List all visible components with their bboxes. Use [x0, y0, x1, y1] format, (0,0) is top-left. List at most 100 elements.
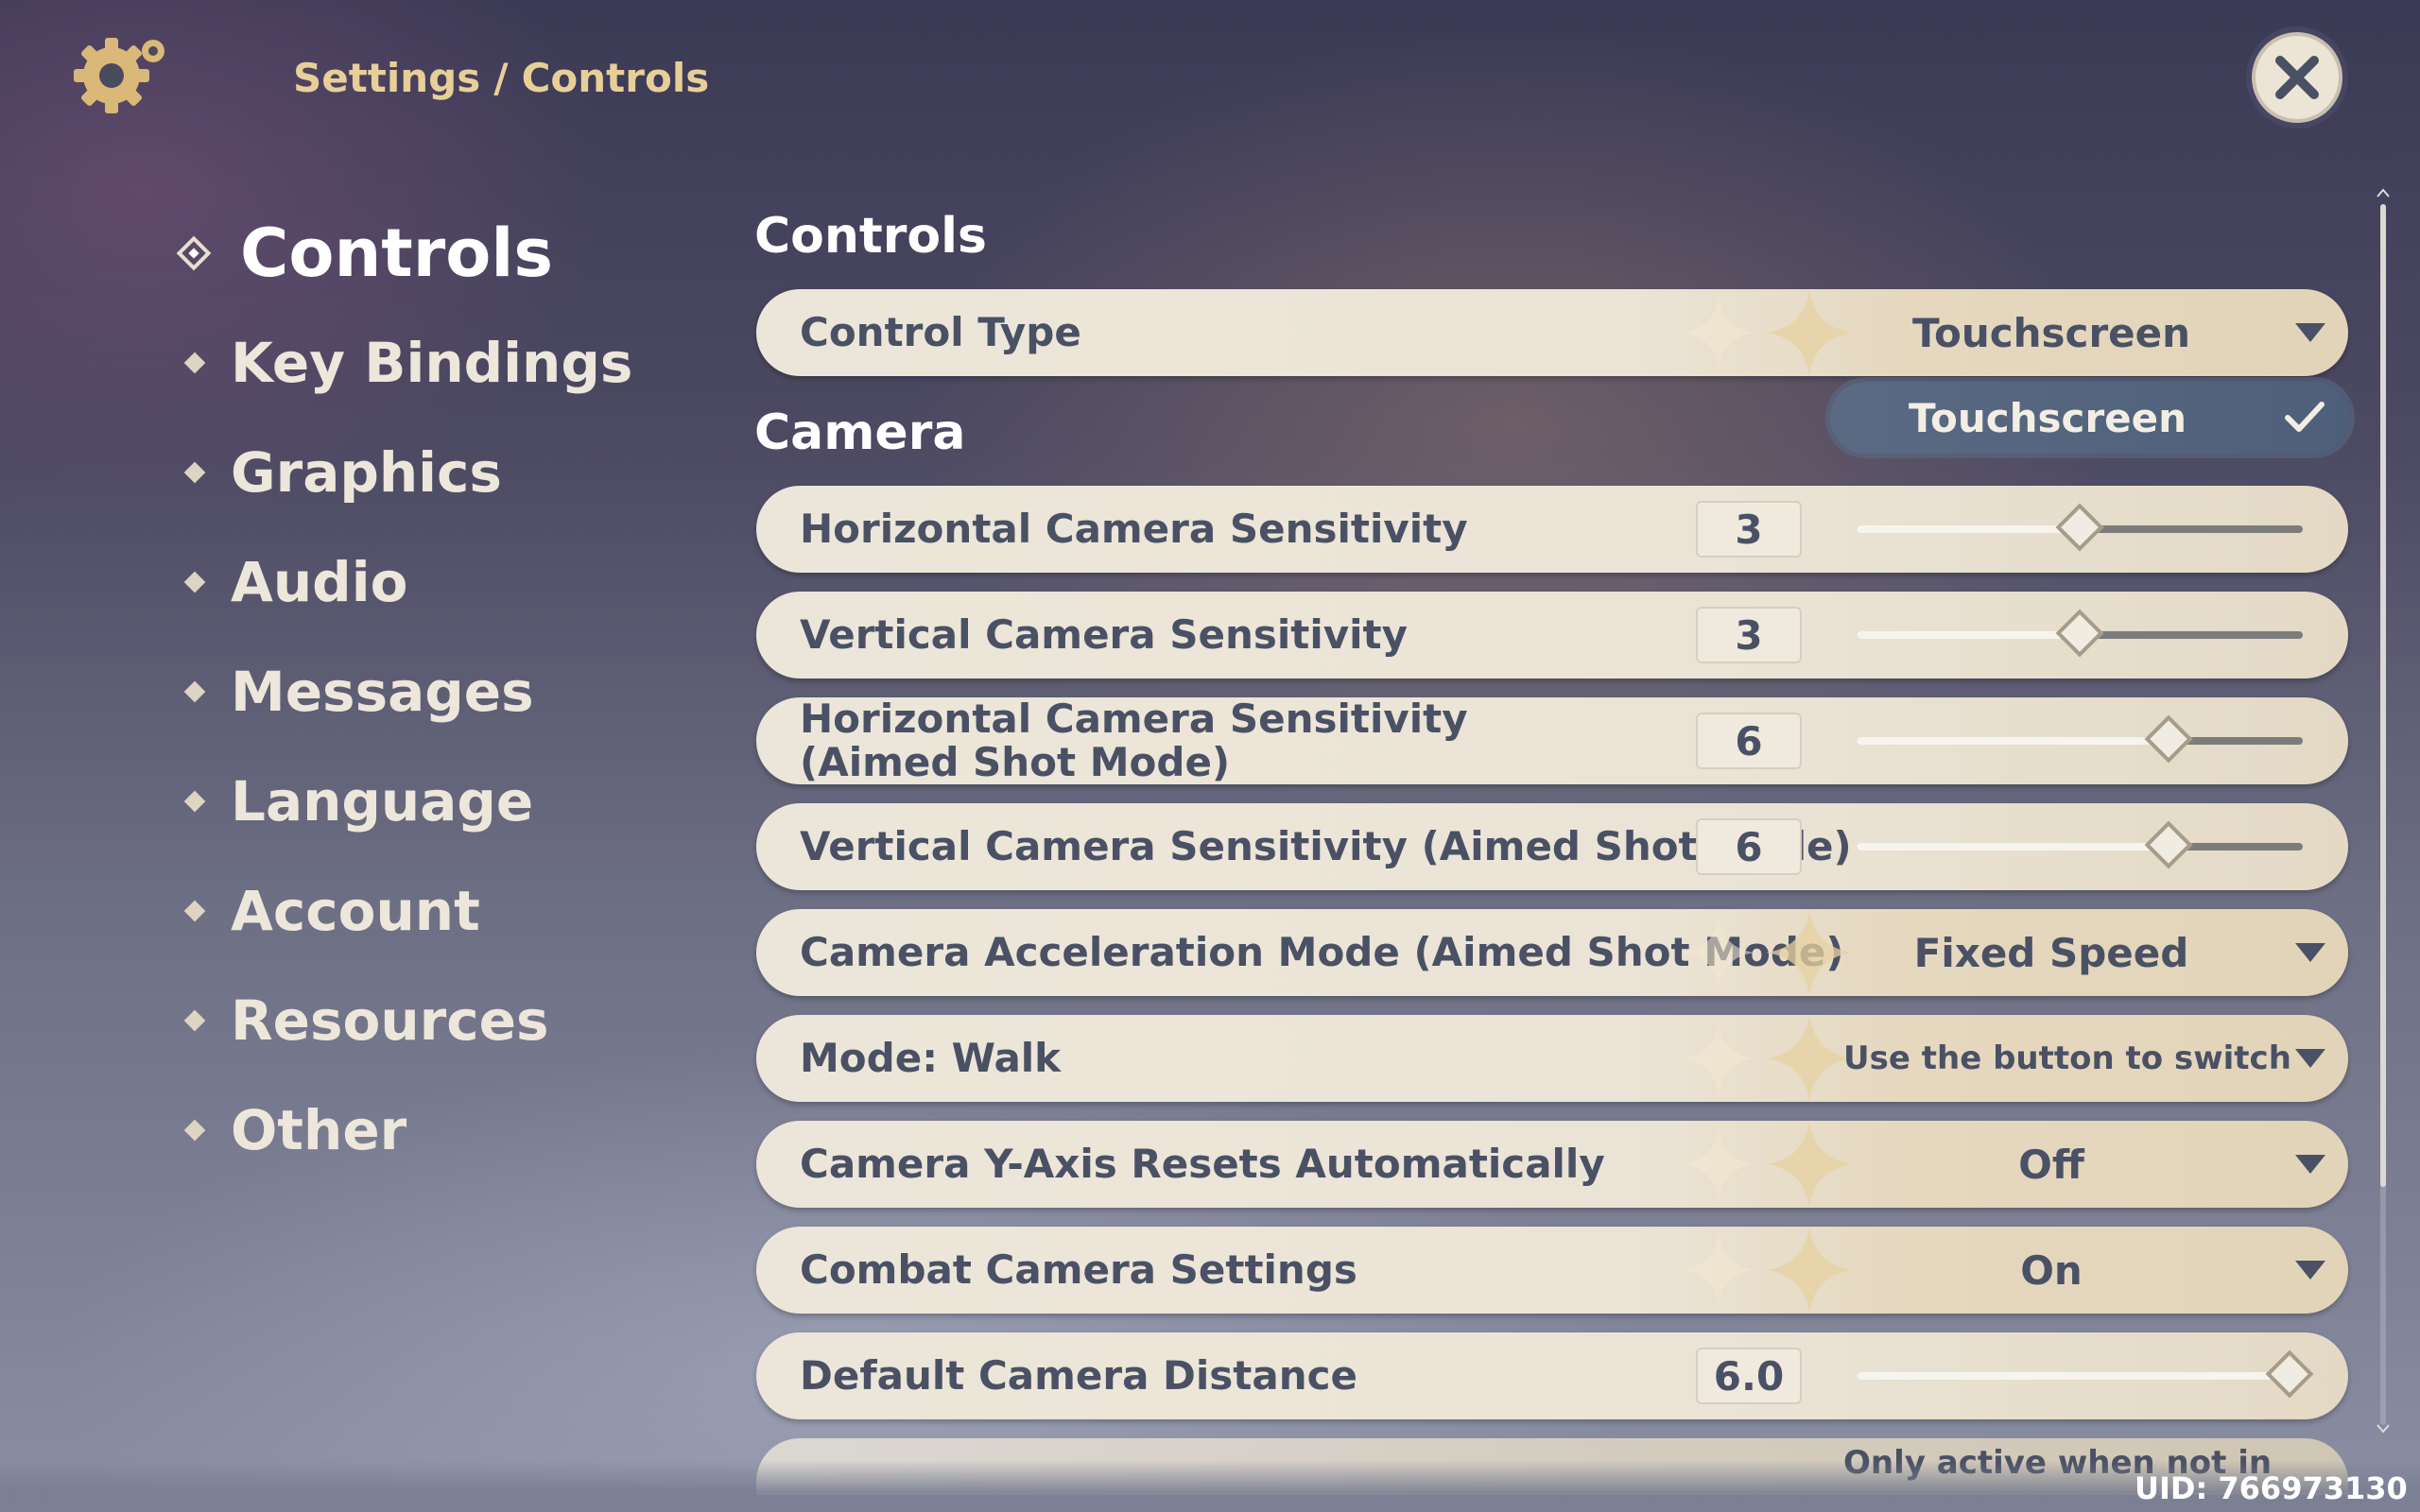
setting-label: Horizontal Camera Sensitivity (Aimed Sho…: [800, 696, 1468, 785]
sidebar-item-graphics[interactable]: Graphics: [170, 418, 632, 527]
slider-thumb[interactable]: [2055, 609, 2104, 658]
setting-label: Default Camera Distance: [800, 1352, 1358, 1399]
sidebar-item-other[interactable]: Other: [170, 1075, 632, 1185]
sidebar-item-label: Other: [231, 1098, 407, 1162]
setting-label: Vertical Camera Sensitivity: [800, 611, 1408, 658]
sidebar: Controls Key Bindings Graphics Audio Mes…: [170, 198, 632, 1185]
sidebar-item-key-bindings[interactable]: Key Bindings: [170, 308, 632, 418]
sidebar-item-audio[interactable]: Audio: [170, 527, 632, 637]
horizontal-sensitivity-slider[interactable]: [1857, 503, 2303, 552]
default-camera-distance-slider[interactable]: [1857, 1349, 2314, 1399]
slider-fill: [1857, 1372, 2290, 1380]
diamond-icon: [183, 461, 206, 484]
sidebar-item-language[interactable]: Language: [170, 747, 632, 856]
vertical-sensitivity-aimed-setting: Vertical Camera Sensitivity (Aimed Shot …: [756, 803, 2348, 890]
vertical-sensitivity-slider[interactable]: [1857, 609, 2303, 658]
breadcrumb-current: Controls: [521, 54, 710, 101]
vertical-sensitivity-aimed-slider[interactable]: [1857, 820, 2303, 869]
horizontal-sensitivity-setting: Horizontal Camera Sensitivity 3: [756, 486, 2348, 573]
value-box[interactable]: 6.0: [1696, 1348, 1802, 1404]
breadcrumb: Settings / Controls: [293, 30, 722, 125]
scroll-up-icon: [2377, 188, 2390, 198]
header: Settings / Controls: [66, 30, 709, 125]
slider-thumb[interactable]: [2265, 1349, 2314, 1399]
dropdown-value: On: [2020, 1246, 2083, 1294]
sparkle-icon: [1683, 297, 1754, 369]
diamond-icon: [183, 790, 206, 813]
dropdown-value: Use the button to switch: [1843, 1040, 2291, 1077]
sidebar-item-controls[interactable]: Controls: [170, 198, 632, 308]
sparkle-icon: [1683, 917, 1754, 988]
breadcrumb-separator: /: [493, 54, 509, 101]
slider-thumb[interactable]: [2055, 503, 2104, 552]
scroll-down-icon: [2377, 1424, 2390, 1434]
slider-fill: [1857, 737, 2169, 745]
sidebar-item-label: Resources: [231, 988, 549, 1053]
setting-label: Vertical Camera Sensitivity (Aimed Shot …: [800, 823, 1852, 869]
diamond-icon: [183, 1009, 206, 1032]
setting-label: Horizontal Camera Sensitivity: [800, 506, 1468, 552]
triangle-down-icon: [2295, 1049, 2325, 1068]
breadcrumb-parent[interactable]: Settings: [293, 55, 480, 101]
slider-thumb[interactable]: [2144, 820, 2193, 869]
section-title-camera: Camera: [754, 404, 966, 461]
dropdown-value: Off: [2018, 1141, 2084, 1188]
setting-label: Mode: Walk: [800, 1035, 1062, 1081]
sparkle-icon: [1683, 1234, 1754, 1306]
sidebar-item-label: Audio: [231, 550, 408, 614]
sparkle-icon: [1683, 1128, 1754, 1200]
sidebar-item-account[interactable]: Account: [170, 856, 632, 966]
section-title-controls: Controls: [754, 208, 987, 265]
sidebar-item-label: Messages: [231, 660, 534, 724]
scrollbar-thumb[interactable]: [2380, 204, 2386, 1187]
mode-walk-dropdown[interactable]: Mode: Walk Use the button to switch: [756, 1015, 2348, 1102]
sparkle-icon: [1683, 1022, 1754, 1094]
diamond-icon: [183, 900, 206, 922]
uid-label: UID: 766973130: [2135, 1470, 2408, 1506]
slider-fill: [1857, 843, 2169, 850]
diamond-icon: [183, 352, 206, 374]
sidebar-item-label: Graphics: [231, 440, 502, 505]
setting-label: Control Type: [800, 309, 1081, 355]
combat-camera-dropdown[interactable]: Combat Camera Settings On: [756, 1227, 2348, 1314]
sidebar-item-label: Key Bindings: [231, 331, 633, 395]
default-camera-distance-setting: Default Camera Distance 6.0: [756, 1332, 2348, 1419]
triangle-down-icon: [2295, 1261, 2325, 1280]
bottom-fade: [0, 1460, 2420, 1512]
gear-icon: [66, 30, 180, 125]
sidebar-item-label: Controls: [240, 215, 554, 292]
triangle-down-icon: [2295, 323, 2325, 342]
slider-thumb[interactable]: [2144, 714, 2193, 764]
sparkle-icon: [1766, 1015, 1853, 1102]
dropdown-option-label: Touchscreen: [1908, 394, 2187, 441]
diamond-icon: [183, 1119, 206, 1142]
sidebar-item-resources[interactable]: Resources: [170, 966, 632, 1075]
control-type-dropdown[interactable]: Control Type Touchscreen: [756, 289, 2348, 376]
control-type-option-touchscreen[interactable]: Touchscreen: [1830, 382, 2350, 454]
slider-fill: [1857, 631, 2080, 639]
close-button[interactable]: [2252, 32, 2342, 123]
triangle-down-icon: [2295, 1155, 2325, 1174]
sidebar-item-label: Account: [231, 879, 480, 943]
close-icon: [2275, 56, 2319, 99]
triangle-down-icon: [2295, 943, 2325, 962]
horizontal-sensitivity-aimed-slider[interactable]: [1857, 714, 2303, 764]
horizontal-sensitivity-aimed-setting: Horizontal Camera Sensitivity (Aimed Sho…: [756, 697, 2348, 784]
camera-acceleration-dropdown[interactable]: Camera Acceleration Mode (Aimed Shot Mod…: [756, 909, 2348, 996]
setting-label: Camera Y-Axis Resets Automatically: [800, 1141, 1605, 1187]
dropdown-value: Fixed Speed: [1913, 929, 2189, 976]
value-box[interactable]: 3: [1696, 607, 1802, 663]
sidebar-item-label: Language: [231, 769, 534, 833]
dropdown-value: Touchscreen: [1911, 309, 2191, 356]
sidebar-item-messages[interactable]: Messages: [170, 637, 632, 747]
setting-label: Combat Camera Settings: [800, 1246, 1357, 1293]
value-box[interactable]: 6: [1696, 713, 1802, 769]
active-diamond-icon: [176, 235, 212, 271]
y-axis-reset-dropdown[interactable]: Camera Y-Axis Resets Automatically Off: [756, 1121, 2348, 1208]
value-box[interactable]: 6: [1696, 818, 1802, 875]
check-icon: [2285, 402, 2325, 432]
vertical-sensitivity-setting: Vertical Camera Sensitivity 3: [756, 592, 2348, 679]
value-box[interactable]: 3: [1696, 501, 1802, 558]
slider-fill: [1857, 525, 2080, 533]
diamond-icon: [183, 680, 206, 703]
